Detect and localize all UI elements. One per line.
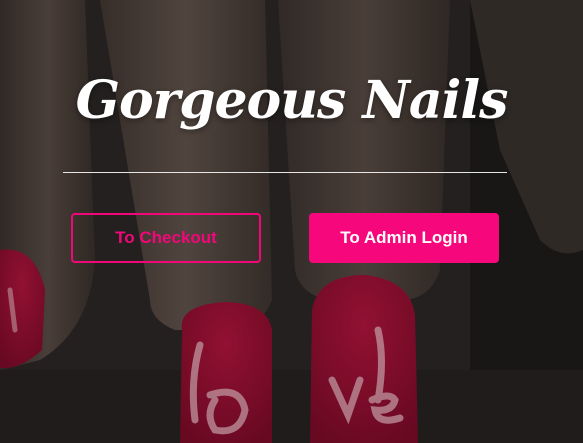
- page-title: Gorgeous Nails: [75, 70, 509, 131]
- hero-section: Gorgeous Nails To Checkout To Admin Logi…: [0, 0, 583, 443]
- to-admin-login-button[interactable]: To Admin Login: [309, 213, 499, 263]
- to-checkout-button[interactable]: To Checkout: [71, 213, 261, 263]
- title-divider: [63, 172, 507, 173]
